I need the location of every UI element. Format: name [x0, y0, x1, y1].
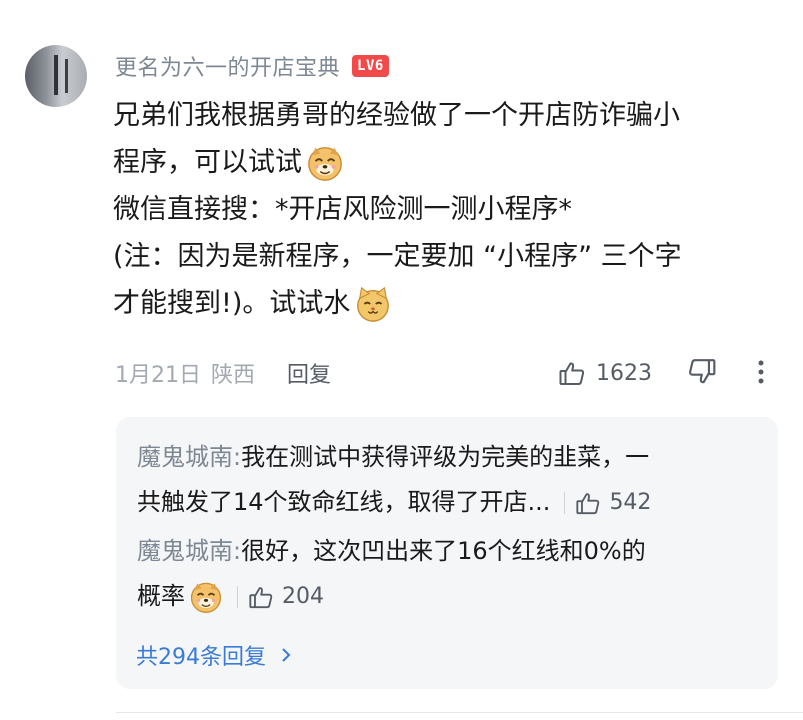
view-all-replies-link[interactable]: 共294条回复 — [136, 639, 296, 671]
comment-line: (注：因为是新程序，一定要加 “小程序” 三个字 — [113, 241, 682, 272]
more-replies-label: 共294条回复 — [136, 645, 266, 670]
reply-like-count: 542 — [609, 490, 652, 515]
reply-author[interactable]: 魔鬼城南: — [137, 435, 241, 480]
reply-like-button[interactable]: 542 — [575, 480, 651, 525]
reply-like-button[interactable]: 204 — [248, 574, 324, 619]
thumbs-up-icon — [249, 586, 273, 608]
thumbs-up-icon — [559, 362, 585, 385]
avatar[interactable] — [25, 45, 87, 107]
comment-line: 微信直接搜：*开店风险测一测小程序* — [113, 194, 572, 225]
divider — [116, 712, 803, 713]
like-count: 1623 — [596, 360, 652, 386]
level-badge: LV6 — [352, 55, 389, 77]
comment-location: 陕西 — [211, 363, 256, 388]
like-button[interactable]: 1623 — [558, 355, 652, 391]
thumbs-up-icon — [576, 492, 600, 514]
reply-text: 很好，这次凹出来了16个红线和0%的 — [241, 537, 646, 565]
reply-text: 我在测试中获得评级为完美的韭菜，一 — [241, 443, 650, 471]
username[interactable]: 更名为六一的开店宝典 — [115, 50, 340, 82]
reply-item[interactable]: 魔鬼城南: 我在测试中获得评级为完美的韭菜，一 共触发了14个致命红线，取得了开… — [137, 435, 767, 525]
reply-button[interactable]: 回复 — [287, 357, 331, 389]
replies-panel: 魔鬼城南: 我在测试中获得评级为完美的韭菜，一 共触发了14个致命红线，取得了开… — [116, 417, 778, 689]
divider — [237, 585, 238, 608]
reply-text: 共触发了14个致命红线，取得了开店... — [137, 488, 551, 516]
comment-date: 1月21日 — [115, 363, 201, 388]
doge-smile-icon — [308, 146, 342, 181]
comment-line: 程序，可以试试 — [113, 139, 773, 186]
reply-like-count: 204 — [282, 584, 324, 609]
thumbs-down-icon[interactable] — [687, 357, 717, 387]
doge-smile-icon — [190, 582, 222, 613]
more-options-icon[interactable] — [755, 357, 767, 387]
comment-content: 兄弟们我根据勇哥的经验做了一个开店防诈骗小 程序，可以试试 微信直接搜：*开店风… — [113, 92, 773, 327]
reply-text: 概率 — [137, 582, 185, 610]
reply-item[interactable]: 魔鬼城南: 很好，这次凹出来了16个红线和0%的 概率 204 — [137, 529, 767, 619]
cat-smile-icon — [357, 286, 390, 322]
comment-line: 兄弟们我根据勇哥的经验做了一个开店防诈骗小 — [113, 100, 680, 131]
comment-meta: 1月21日 陕西 回复 1623 — [115, 355, 775, 391]
comment-line: 才能搜到!)。试试水 — [113, 280, 773, 327]
divider — [564, 491, 566, 514]
chevron-right-icon — [282, 648, 291, 662]
comment-header: 更名为六一的开店宝典 LV6 — [115, 50, 389, 82]
reply-author[interactable]: 魔鬼城南: — [137, 529, 241, 574]
